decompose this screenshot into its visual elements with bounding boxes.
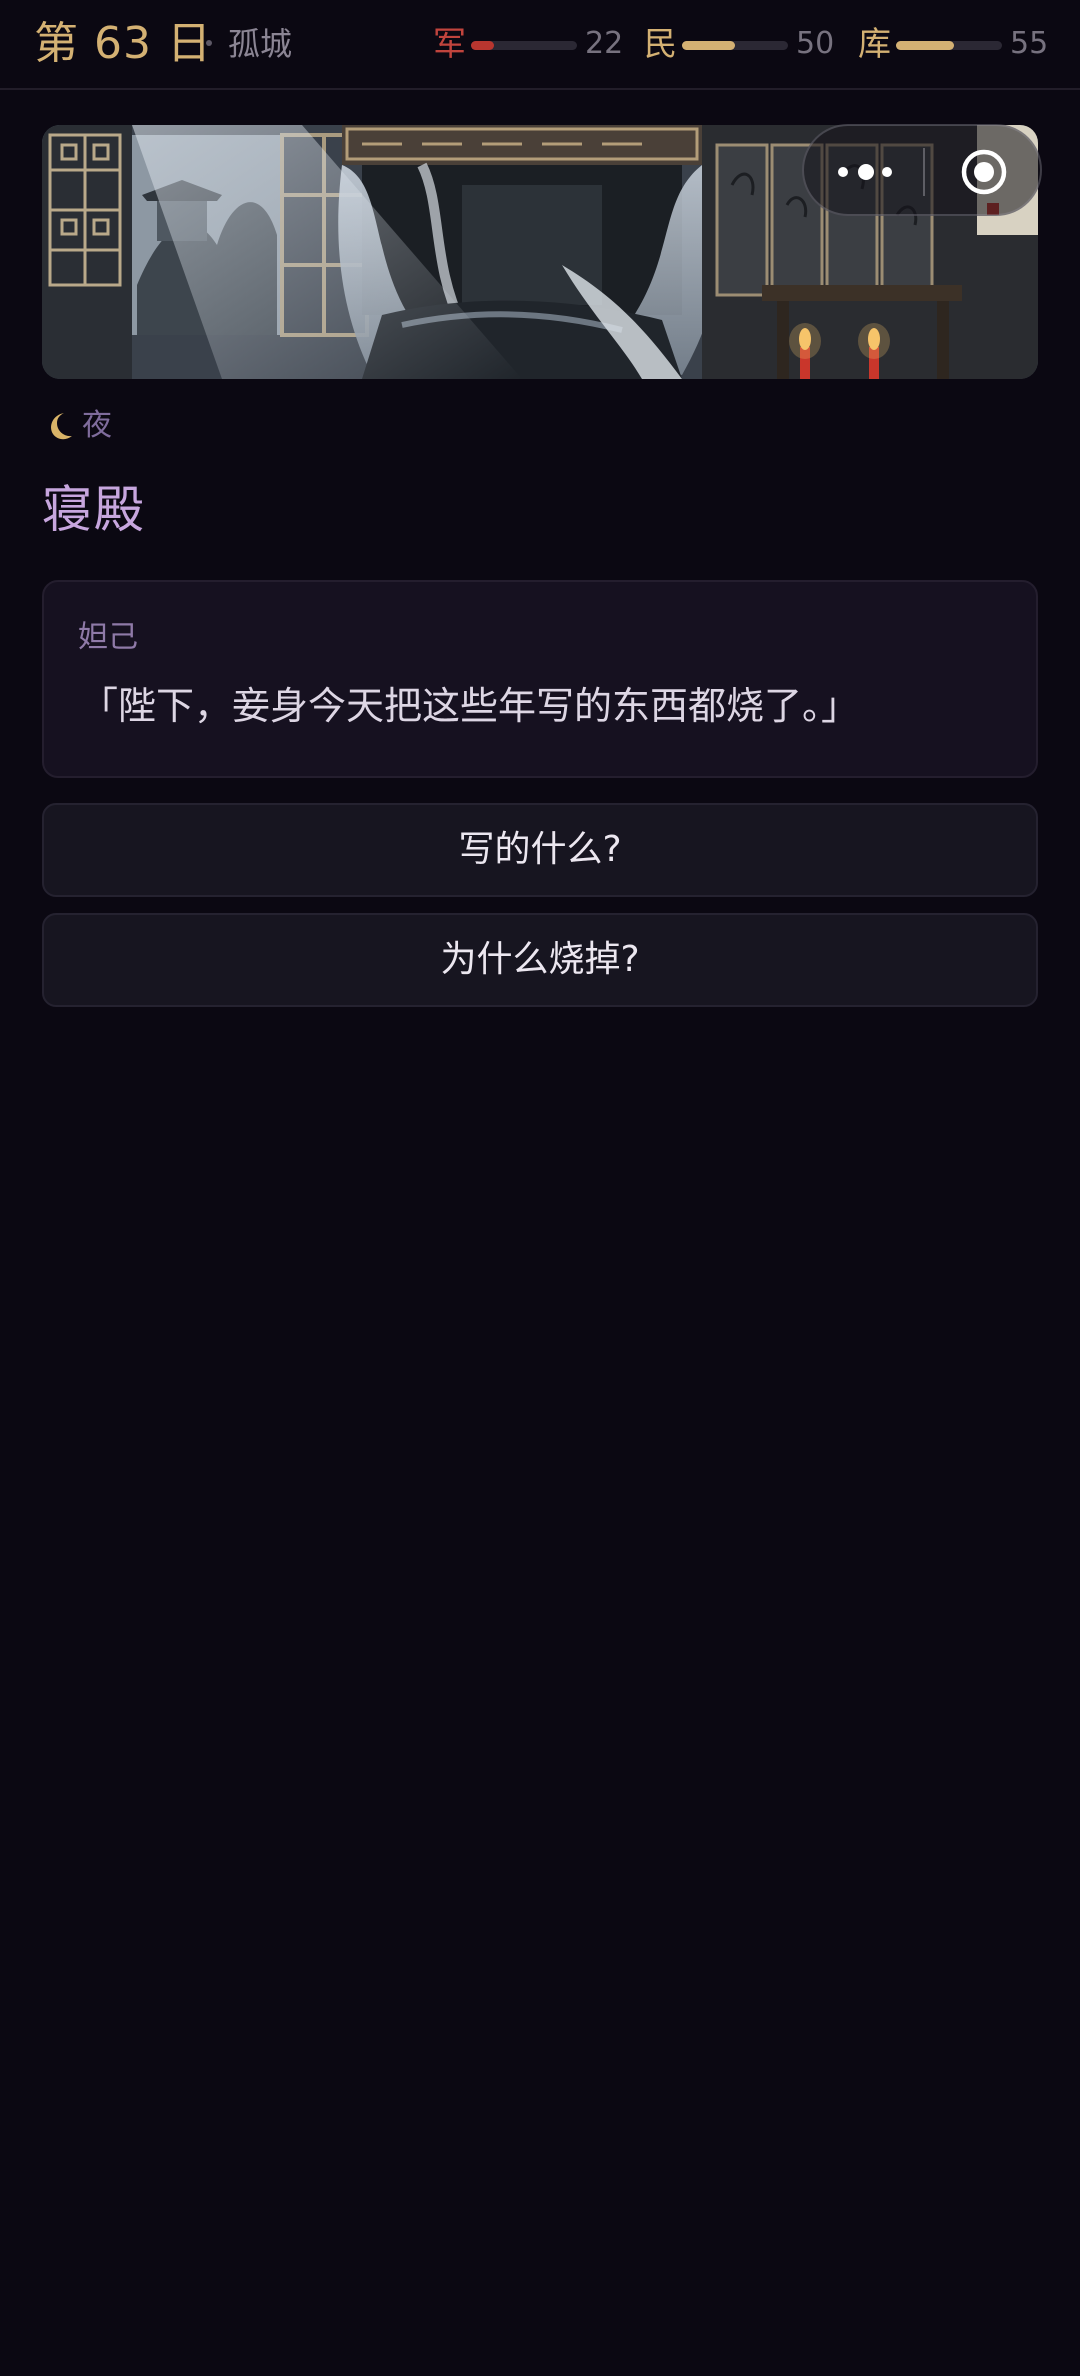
stat-people-label: 民 [644, 24, 677, 63]
choice-button-what-written[interactable]: 写的什么? [42, 803, 1038, 897]
stat-treasury-track [896, 41, 1002, 50]
stat-treasury-label: 库 [858, 24, 891, 63]
stat-treasury-value: 55 [1010, 26, 1049, 61]
stat-people-track [682, 41, 788, 50]
separator-dot [206, 40, 212, 46]
speaker-name: 妲己 [78, 620, 138, 655]
more-dots-icon[interactable] [838, 156, 894, 188]
dialogue-line: 「陛下，妾身今天把这些年写的东西都烧了。」 [80, 684, 860, 728]
stat-people-value: 50 [796, 26, 835, 61]
miniprogram-capsule [802, 124, 1042, 216]
stat-treasury-fill [896, 41, 955, 50]
capsule-divider [923, 148, 925, 196]
stat-army-fill [471, 41, 495, 50]
target-close-icon[interactable] [960, 148, 1008, 196]
stat-army-track [471, 41, 577, 50]
crescent-moon-icon [51, 413, 72, 440]
stat-people-fill [682, 41, 735, 50]
day-counter: 第 63 日 [34, 18, 212, 69]
scene-title: 寝殿 [42, 481, 146, 539]
status-header: 第 63 日 孤城 军 22 民 50 库 55 [0, 0, 1080, 90]
stat-army-value: 22 [585, 26, 624, 61]
choice-button-why-burn[interactable]: 为什么烧掉? [42, 913, 1038, 1007]
time-label: 夜 [82, 408, 112, 443]
stat-army-label: 军 [433, 24, 466, 63]
location-label: 孤城 [228, 25, 293, 63]
dialogue-box: 妲己 「陛下，妾身今天把这些年写的东西都烧了。」 [42, 580, 1038, 778]
